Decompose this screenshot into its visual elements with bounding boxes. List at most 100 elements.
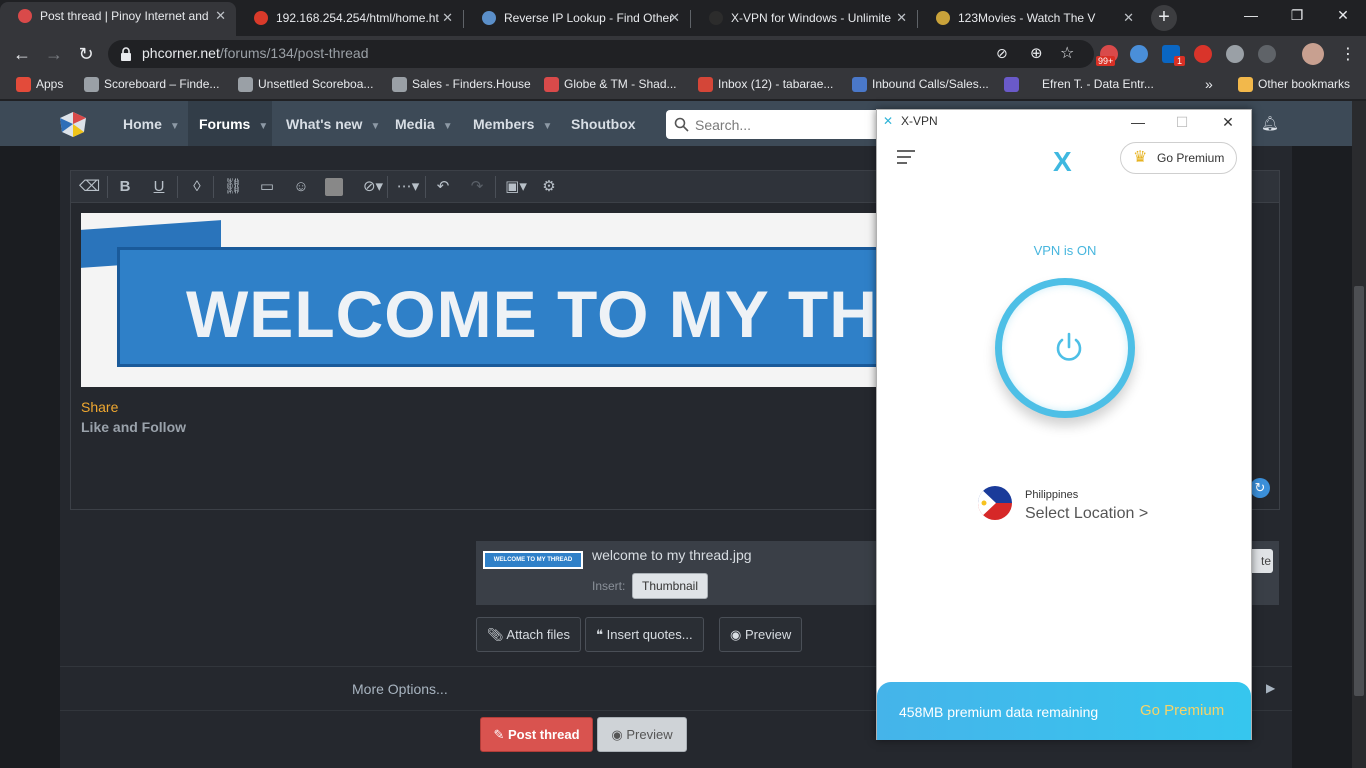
- bookmark-inbound-calls[interactable]: Inbound Calls/Sales...: [852, 77, 989, 92]
- maximize-icon[interactable]: ☐: [1167, 112, 1197, 132]
- link-icon[interactable]: ⛓: [223, 177, 243, 197]
- nav-home[interactable]: Home ▼: [123, 116, 180, 132]
- folder-icon: [1238, 77, 1253, 92]
- tab-router-home[interactable]: 192.168.254.254/html/home.ht ✕: [236, 4, 463, 36]
- bell-icon[interactable]: 🔔︎: [1261, 115, 1279, 132]
- minimize-icon[interactable]: —: [1228, 0, 1274, 30]
- add-icon[interactable]: ⊕: [1030, 44, 1043, 62]
- phcorner-logo-icon[interactable]: [58, 110, 88, 138]
- eraser-icon[interactable]: ⌫: [79, 177, 100, 197]
- minimize-icon[interactable]: —: [1123, 112, 1153, 132]
- tab-123movies[interactable]: 123Movies - Watch The V ✕: [918, 4, 1144, 36]
- caret-down-icon[interactable]: ▼: [370, 121, 380, 132]
- search-icon: [674, 117, 689, 132]
- hide-icon[interactable]: ⊘▾: [359, 177, 387, 197]
- bookmark-globe-tm[interactable]: Globe & TM - Shad...: [544, 77, 677, 92]
- bookmark-star-icon[interactable]: ☆: [1060, 43, 1074, 63]
- nav-whats-new[interactable]: What's new ▼: [286, 116, 380, 132]
- quote-icon: ❝: [596, 627, 603, 642]
- more-options-icon[interactable]: ⋯▾: [393, 177, 423, 197]
- xvpn-window-title: X-VPN: [901, 114, 938, 128]
- nav-members[interactable]: Members ▼: [473, 116, 552, 132]
- caret-down-icon[interactable]: ▼: [443, 121, 453, 132]
- tab-title: Post thread | Pinoy Internet and: [40, 9, 209, 23]
- welcome-banner-image: WELCOME TO MY THREAD: [81, 213, 881, 387]
- gif-icon[interactable]: [325, 178, 343, 196]
- go-premium-button[interactable]: ♛ Go Premium: [1120, 142, 1237, 174]
- nav-forums[interactable]: Forums ▼: [199, 116, 268, 132]
- bookmark-inbox[interactable]: Inbox (12) - tabarae...: [698, 77, 833, 92]
- eye-icon: ◉: [611, 727, 623, 742]
- tab-reverse-ip[interactable]: Reverse IP Lookup - Find Other ✕: [464, 4, 690, 36]
- bookmark-efren[interactable]: Efren T. - Data Entr...: [1004, 77, 1154, 92]
- attach-files-button[interactable]: 📎︎ Attach files: [476, 617, 582, 652]
- vpn-power-button[interactable]: [995, 278, 1135, 418]
- close-window-icon[interactable]: ✕: [1320, 0, 1366, 30]
- edit-icon: ✎: [493, 727, 505, 742]
- close-icon[interactable]: ✕: [669, 4, 680, 32]
- undo-icon[interactable]: ↶: [433, 177, 453, 197]
- smiley-icon[interactable]: ☺: [291, 177, 311, 197]
- refresh-icon[interactable]: ↻: [1250, 478, 1270, 498]
- circle-extension-icon[interactable]: [1226, 45, 1244, 63]
- close-icon[interactable]: ✕: [215, 2, 226, 30]
- vpn-extension-icon[interactable]: [1258, 45, 1276, 63]
- bookmark-scoreboard[interactable]: Scoreboard – Finde...: [84, 77, 219, 92]
- new-tab-button[interactable]: +: [1151, 5, 1177, 31]
- pinterest-extension-icon[interactable]: [1194, 45, 1212, 63]
- caret-down-icon[interactable]: ▼: [170, 121, 180, 132]
- grammarly-extension-icon[interactable]: [1130, 45, 1148, 63]
- tab-title: Reverse IP Lookup - Find Other: [504, 11, 674, 25]
- paperclip-icon: 📎︎: [487, 627, 504, 642]
- close-icon[interactable]: ✕: [896, 4, 907, 32]
- search-input[interactable]: Search...: [666, 110, 886, 139]
- preview-bottom-button[interactable]: ◉ Preview: [597, 717, 687, 752]
- menu-kebab-icon[interactable]: ⋮: [1340, 44, 1356, 64]
- footer-go-premium-link[interactable]: Go Premium: [1140, 702, 1224, 719]
- bookmark-unsettled[interactable]: Unsettled Scoreboa...: [238, 77, 373, 92]
- back-arrow-icon[interactable]: ←: [10, 42, 34, 66]
- insert-thumbnail-button[interactable]: Thumbnail: [632, 573, 708, 599]
- address-bar[interactable]: phcorner.net/forums/134/post-thread ⊘ ⊕ …: [108, 40, 1094, 68]
- underline-icon[interactable]: U: [149, 177, 169, 197]
- more-bookmarks-chevron-icon[interactable]: »: [1205, 76, 1213, 92]
- caret-down-icon[interactable]: ▼: [542, 121, 552, 132]
- post-thread-button[interactable]: ✎ Post thread: [480, 717, 593, 752]
- reload-icon[interactable]: ↻: [74, 42, 98, 66]
- gear-icon[interactable]: ⚙: [539, 177, 559, 197]
- nav-media[interactable]: Media ▼: [395, 116, 453, 132]
- chevron-right-icon[interactable]: ▶: [1266, 681, 1275, 695]
- blocked-popup-icon[interactable]: ⊘: [996, 45, 1008, 62]
- button-label: Post thread: [508, 727, 580, 742]
- bookmark-other[interactable]: Other bookmarks: [1238, 77, 1350, 92]
- nav-shoutbox[interactable]: Shoutbox: [571, 116, 636, 132]
- close-icon[interactable]: ✕: [1213, 112, 1243, 132]
- scrollbar-thumb[interactable]: [1354, 286, 1364, 696]
- hamburger-menu-icon[interactable]: [897, 150, 915, 164]
- insert-quotes-button[interactable]: ❝ Insert quotes...: [585, 617, 704, 652]
- bold-icon[interactable]: B: [115, 177, 135, 197]
- bookmark-favicon-icon: [238, 77, 253, 92]
- page-scrollbar[interactable]: [1352, 101, 1366, 768]
- tab-xvpn-windows[interactable]: X-VPN for Windows - Unlimite ✕: [691, 4, 917, 36]
- xvpn-titlebar[interactable]: ✕ X-VPN — ☐ ✕: [877, 110, 1251, 134]
- preview-button[interactable]: ◉ Preview: [719, 617, 803, 652]
- bookmark-apps[interactable]: Apps: [16, 77, 63, 92]
- redo-icon[interactable]: ↷: [467, 177, 487, 197]
- forward-arrow-icon[interactable]: →: [42, 42, 66, 66]
- close-icon[interactable]: ✕: [442, 4, 453, 32]
- select-location-link[interactable]: Select Location >: [1025, 505, 1148, 523]
- bookmark-sales[interactable]: Sales - Finders.House: [392, 77, 531, 92]
- profile-avatar[interactable]: [1302, 43, 1324, 65]
- xvpn-window: ✕ X-VPN — ☐ ✕ X ♛ Go Premium VPN is ON P…: [876, 109, 1252, 740]
- tab-post-thread[interactable]: Post thread | Pinoy Internet and ✕: [0, 2, 236, 36]
- more-options-toggle[interactable]: More Options...: [352, 681, 448, 697]
- attachment-thumbnail[interactable]: WELCOME TO MY THREAD: [483, 551, 583, 569]
- caret-down-icon[interactable]: ▼: [258, 121, 268, 132]
- close-icon[interactable]: ✕: [1123, 4, 1134, 32]
- save-draft-icon[interactable]: ▣▾: [501, 177, 531, 197]
- maximize-icon[interactable]: ❐: [1274, 0, 1320, 30]
- crown-icon: ♛: [1133, 149, 1148, 166]
- text-color-icon[interactable]: ◊: [187, 177, 207, 197]
- image-icon[interactable]: ▭: [257, 177, 277, 197]
